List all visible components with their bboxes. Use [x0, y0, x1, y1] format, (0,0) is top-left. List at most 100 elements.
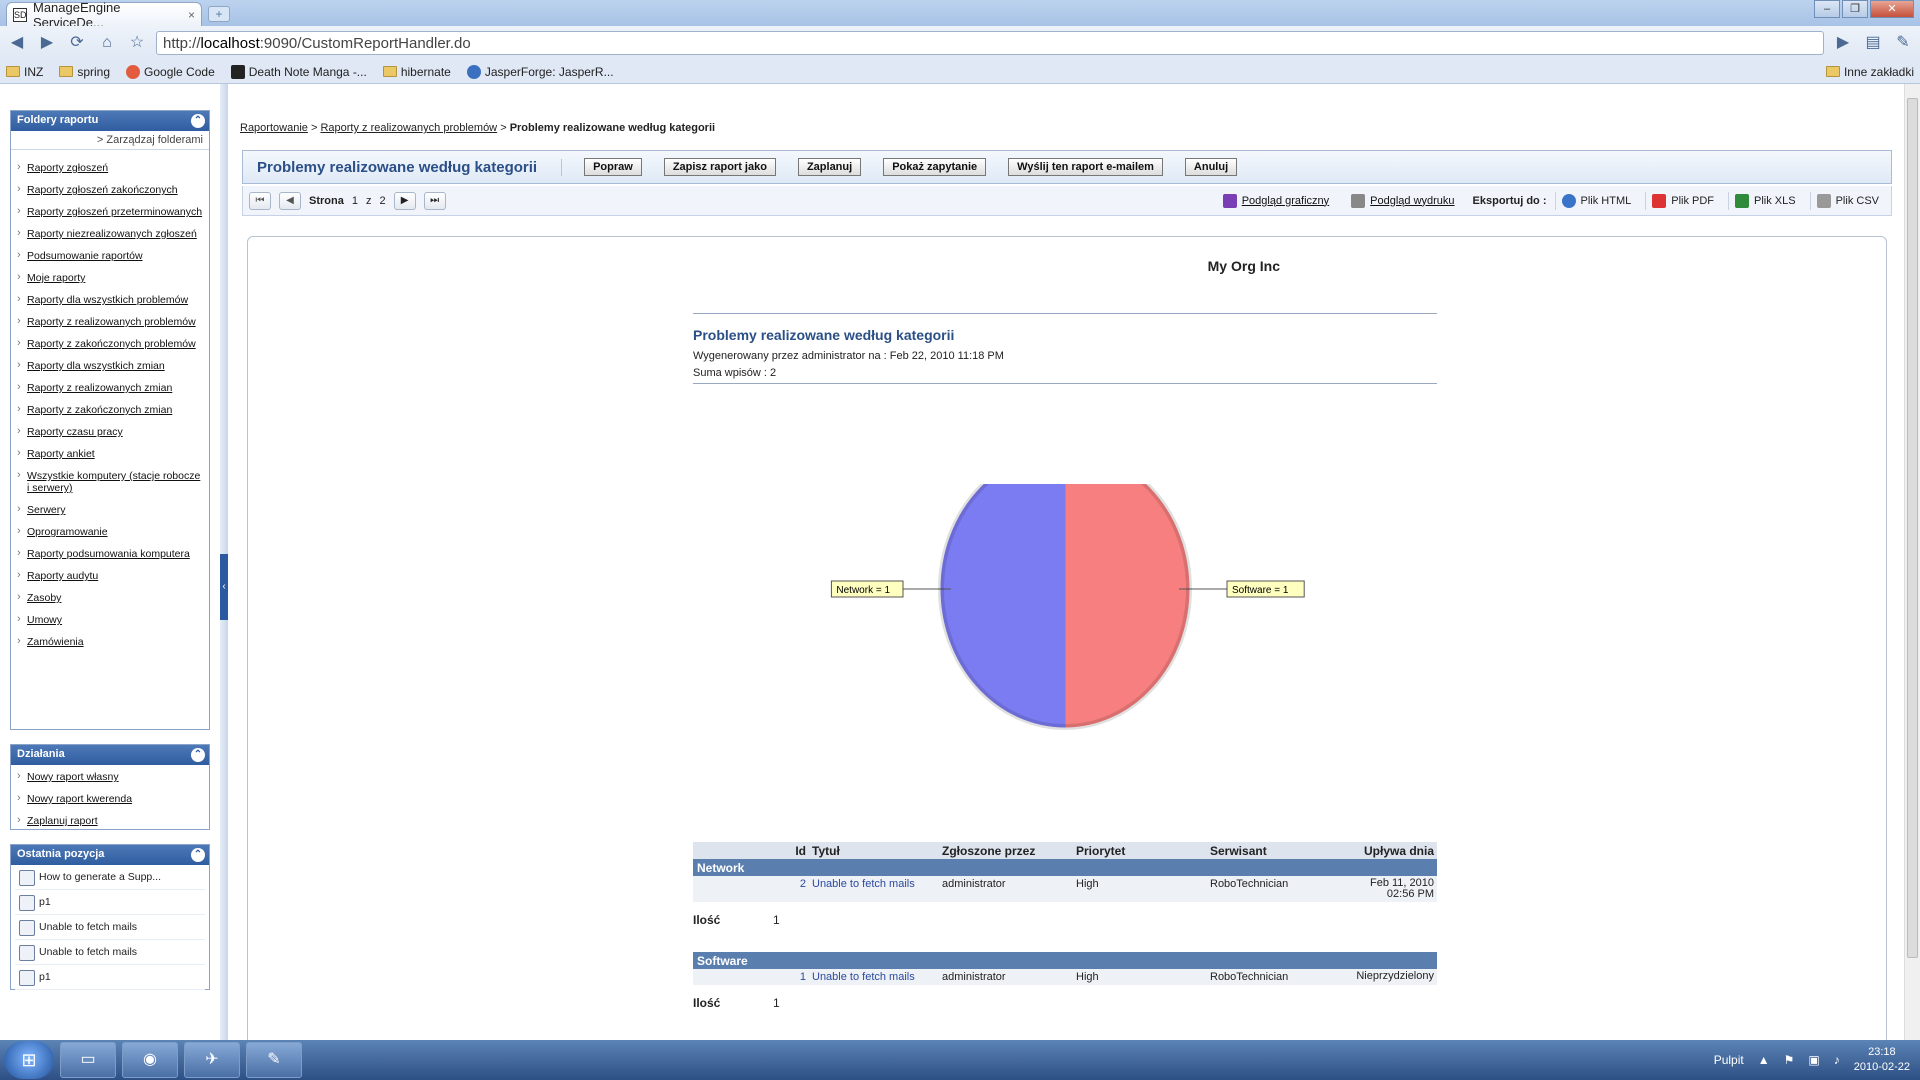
sidebar-link-item[interactable]: Zamówienia	[17, 635, 203, 648]
chrome-taskbar-icon[interactable]: ◉	[122, 1042, 178, 1078]
sidebar-link-item[interactable]: Raporty z zakończonych zmian	[17, 403, 203, 416]
column-header[interactable]: Priorytet	[1073, 842, 1207, 859]
clock[interactable]: 23:18 2010-02-22	[1854, 1045, 1910, 1075]
show-query-button[interactable]: Pokaż zapytanie	[883, 158, 987, 176]
cancel-button[interactable]: Anuluj	[1184, 158, 1238, 176]
save-as-button[interactable]: Zapisz raport jako	[663, 158, 776, 176]
sidebar-link-item[interactable]: Raporty niezrealizowanych zgłoszeń	[17, 227, 203, 240]
reload-icon[interactable]: ⟳	[66, 32, 88, 54]
network-icon[interactable]: ▣	[1808, 1053, 1819, 1067]
collapse-pane-icon[interactable]: ‹	[220, 554, 228, 620]
sidebar-link-item[interactable]: Zaplanuj raport	[17, 814, 203, 827]
sidebar-link-item[interactable]: Nowy raport kwerenda	[17, 792, 203, 805]
maximize-button[interactable]: ❐	[1842, 0, 1868, 18]
sidebar-link-item[interactable]: Raporty zgłoszeń przeterminowanych	[17, 205, 203, 218]
sidebar-link-item[interactable]: Raporty ankiet	[17, 447, 203, 460]
column-header[interactable]: Tytuł	[809, 842, 939, 859]
schedule-button[interactable]: Zaplanuj	[797, 158, 862, 176]
collapse-icon[interactable]: ⌃	[191, 114, 205, 128]
sidebar-link-item[interactable]: Zasoby	[17, 591, 203, 604]
app-taskbar-icon[interactable]: ✎	[246, 1042, 302, 1078]
sidebar-link-item[interactable]: Raporty audytu	[17, 569, 203, 582]
wrench-menu-icon[interactable]: ✎	[1892, 32, 1914, 54]
volume-icon[interactable]: ♪	[1834, 1053, 1840, 1067]
breadcrumb-root[interactable]: Raportowanie	[240, 122, 308, 134]
export-pdf[interactable]: Plik PDF	[1645, 191, 1720, 210]
sidebar-link-item[interactable]: Raporty z zakończonych problemów	[17, 337, 203, 350]
browser-tab[interactable]: SD ManageEngine ServiceDe... ×	[6, 0, 202, 30]
recent-item[interactable]: Unable to fetch mails	[15, 915, 205, 940]
collapse-icon[interactable]: ⌃	[191, 748, 205, 762]
sidebar-link-item[interactable]: Moje raporty	[17, 271, 203, 284]
bookmark-item[interactable]: Death Note Manga -...	[230, 64, 367, 79]
flag-icon[interactable]: ⚑	[1784, 1053, 1795, 1067]
explorer-taskbar-icon[interactable]: ▭	[60, 1042, 116, 1078]
sidebar-link-item[interactable]: Raporty zgłoszeń	[17, 161, 203, 174]
collapse-icon[interactable]: ⌃	[191, 848, 205, 862]
email-report-button[interactable]: Wyślij ten raport e-mailem	[1008, 158, 1163, 176]
column-header[interactable]	[693, 842, 733, 859]
column-header[interactable]: Serwisant	[1207, 842, 1341, 859]
sidebar-link-item[interactable]: Raporty z realizowanych problemów	[17, 315, 203, 328]
recent-item[interactable]: p1	[15, 965, 205, 990]
recent-item[interactable]: p1	[15, 890, 205, 915]
bookmark-item[interactable]: spring	[59, 65, 110, 79]
export-xls[interactable]: Plik XLS	[1728, 191, 1802, 210]
new-tab-button[interactable]: +	[208, 6, 230, 22]
print-view-link[interactable]: Podgląd wydruku	[1351, 193, 1455, 208]
sidebar-link-item[interactable]: Podsumowanie raportów	[17, 249, 203, 262]
next-page-icon[interactable]: ▶	[393, 191, 416, 210]
desktop-toolbar[interactable]: Pulpit	[1714, 1053, 1744, 1067]
breadcrumb-folder[interactable]: Raporty z realizowanych problemów	[320, 122, 497, 134]
sidebar-link-item[interactable]: Umowy	[17, 613, 203, 626]
recent-item[interactable]: Unable to fetch mails	[15, 940, 205, 965]
home-icon[interactable]: ⌂	[96, 32, 118, 54]
address-bar[interactable]: http:// localhost :9090/CustomReportHand…	[156, 31, 1824, 55]
cell-title[interactable]: Unable to fetch mails	[809, 876, 939, 902]
other-bookmarks[interactable]: Inne zakładki	[1825, 65, 1914, 79]
prev-page-icon[interactable]: ◀	[279, 191, 301, 210]
first-page-icon[interactable]: ⏮	[249, 191, 271, 210]
go-arrow-icon[interactable]: ▶	[1832, 32, 1854, 54]
vertical-scrollbar[interactable]	[1904, 84, 1920, 1040]
scroll-thumb[interactable]	[1907, 98, 1918, 958]
bookmark-item[interactable]: JasperForge: JasperR...	[466, 64, 614, 79]
minimize-button[interactable]: –	[1814, 0, 1840, 18]
page-menu-icon[interactable]: ▤	[1862, 32, 1884, 54]
column-header[interactable]: Upływa dnia	[1341, 842, 1437, 859]
tab-close-icon[interactable]: ×	[188, 8, 195, 22]
sidebar-link-item[interactable]: Raporty zgłoszeń zakończonych	[17, 183, 203, 196]
star-bookmark-icon[interactable]: ☆	[126, 32, 148, 54]
bookmark-item[interactable]: Google Code	[126, 64, 215, 79]
export-csv[interactable]: Plik CSV	[1809, 191, 1885, 210]
cell-id[interactable]: 2	[733, 876, 809, 902]
sidebar-link-item[interactable]: Serwery	[17, 503, 203, 516]
cell-title[interactable]: Unable to fetch mails	[809, 969, 939, 985]
edit-button[interactable]: Popraw	[584, 158, 642, 176]
sidebar-link-item[interactable]: Raporty dla wszystkich zmian	[17, 359, 203, 372]
last-page-icon[interactable]: ⏭	[423, 191, 446, 210]
start-button[interactable]: ⊞	[4, 1041, 54, 1079]
column-header[interactable]: Zgłoszone przez	[939, 842, 1073, 859]
sidebar-link-item[interactable]: Oprogramowanie	[17, 525, 203, 538]
back-arrow-icon[interactable]: ◀	[6, 32, 28, 54]
forward-arrow-icon[interactable]: ▶	[36, 32, 58, 54]
close-window-button[interactable]: ✕	[1870, 0, 1914, 18]
cell-id[interactable]: 1	[733, 969, 809, 985]
sidebar-link-item[interactable]: Raporty podsumowania komputera	[17, 547, 203, 560]
graph-view-link[interactable]: Podgląd graficzny	[1222, 193, 1329, 208]
tray-arrow-icon[interactable]: ▲	[1758, 1053, 1770, 1067]
bookmark-item[interactable]: INZ	[6, 65, 43, 79]
pane-splitter[interactable]: ‹	[220, 84, 228, 1040]
sidebar-link-item[interactable]: Wszystkie komputery (stacje robocze i se…	[17, 469, 203, 494]
app-taskbar-icon[interactable]: ✈	[184, 1042, 240, 1078]
bookmark-item[interactable]: hibernate	[382, 65, 451, 79]
recent-item[interactable]: How to generate a Supp...	[15, 865, 205, 890]
export-html[interactable]: Plik HTML	[1554, 191, 1638, 210]
column-header[interactable]: Id	[733, 842, 809, 859]
sidebar-link-item[interactable]: Raporty czasu pracy	[17, 425, 203, 438]
sidebar-link-item[interactable]: Raporty z realizowanych zmian	[17, 381, 203, 394]
sidebar-link-item[interactable]: Nowy raport własny	[17, 770, 203, 783]
sidebar-link-item[interactable]: Raporty dla wszystkich problemów	[17, 293, 203, 306]
manage-folders-link[interactable]: > Zarządzaj folderami	[11, 131, 209, 150]
